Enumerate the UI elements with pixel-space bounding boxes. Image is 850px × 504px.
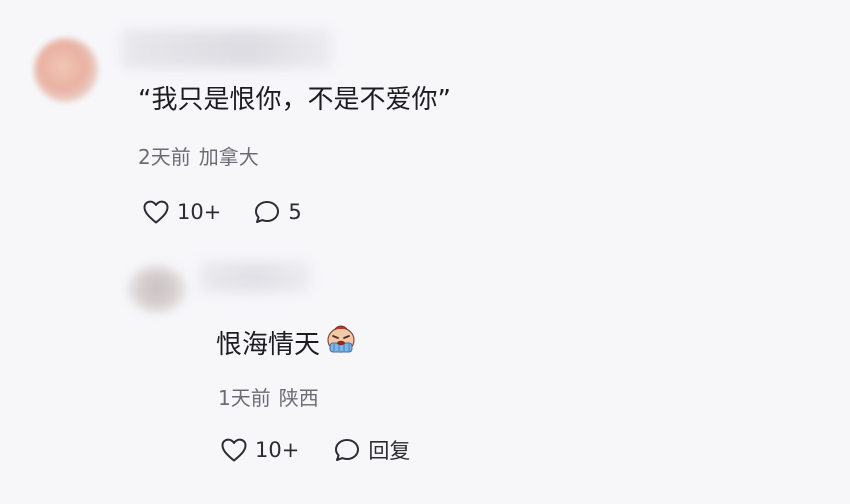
comment-bubble-icon: [335, 439, 360, 461]
heart-icon: [221, 438, 247, 462]
reply-button-label: 回复: [368, 439, 411, 463]
comment-meta: 2天前 加拿大: [138, 142, 259, 172]
reply-like-count: 10+: [255, 438, 300, 462]
reply-text-line: 恨海情天: [216, 322, 358, 368]
crying-face-emoji-icon: [324, 322, 358, 368]
commenter-name-blurred[interactable]: [122, 30, 332, 68]
comment-bubble-icon: [255, 201, 280, 223]
comment-reply-button[interactable]: 5: [253, 199, 302, 225]
comment-actions: 10+ 5: [142, 194, 302, 230]
comment-like-button[interactable]: 10+: [142, 199, 221, 225]
reply-actions: 10+ 回复: [220, 432, 410, 468]
reply-like-button[interactable]: 10+: [220, 437, 299, 463]
reply-text: 恨海情天: [216, 330, 321, 360]
reply-reply-button[interactable]: 回复: [333, 435, 410, 465]
comment-text: “我只是恨你，不是不爱你”: [138, 85, 451, 115]
reply-time: 1天前: [218, 386, 271, 410]
reply-count: 5: [288, 200, 302, 224]
comment-location: 加拿大: [198, 145, 259, 169]
replier-name-blurred[interactable]: [200, 262, 310, 292]
replier-avatar[interactable]: [128, 266, 186, 312]
commenter-avatar[interactable]: [34, 38, 98, 102]
comment-time: 2天前: [138, 145, 191, 169]
reply-meta: 1天前 陕西: [218, 383, 319, 413]
reply-location: 陕西: [278, 386, 319, 410]
heart-icon: [143, 200, 169, 224]
like-count: 10+: [177, 200, 222, 224]
